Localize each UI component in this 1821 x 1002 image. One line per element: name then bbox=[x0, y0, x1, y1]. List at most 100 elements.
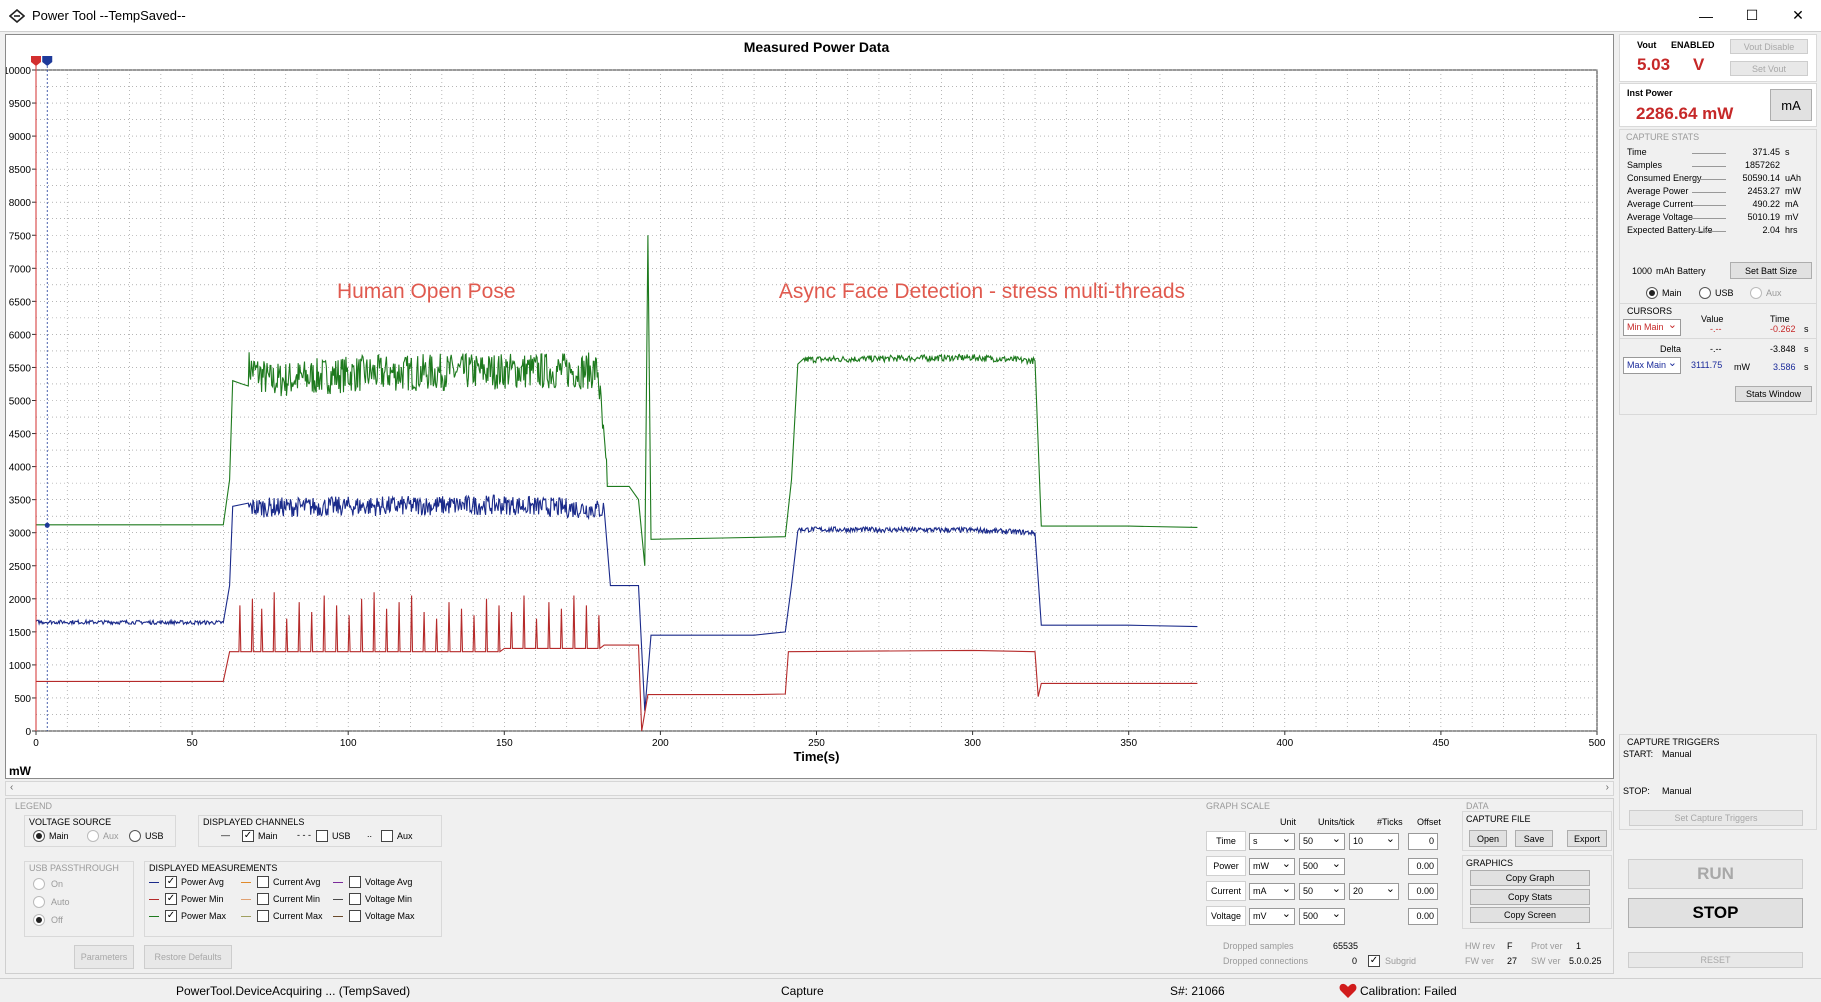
scale-unit-select[interactable]: s bbox=[1249, 832, 1295, 850]
scale-units-tick-select[interactable]: 500 bbox=[1299, 857, 1345, 875]
copy-stats-button[interactable]: Copy Stats bbox=[1470, 889, 1590, 905]
scale-ticks-select[interactable]: 20 bbox=[1349, 882, 1399, 900]
stat-leader-line bbox=[1692, 205, 1726, 206]
measurement-color-swatch bbox=[241, 916, 251, 917]
usb-auto-radio[interactable] bbox=[33, 896, 45, 908]
stat-leader-line bbox=[1692, 218, 1726, 219]
subgrid-checkbox[interactable]: ✓ bbox=[1368, 955, 1380, 967]
measurement-checkbox[interactable] bbox=[257, 876, 269, 888]
dropped-connections-value: 0 bbox=[1352, 956, 1358, 966]
channel-aux-label: Aux bbox=[1766, 288, 1782, 298]
scale-offset-input[interactable]: 0.00 bbox=[1408, 908, 1438, 925]
max-cursor-select[interactable]: Max Main bbox=[1623, 356, 1681, 374]
measurement-label: Current Avg bbox=[273, 877, 321, 887]
set-capture-triggers-button[interactable]: Set Capture Triggers bbox=[1629, 810, 1803, 826]
graph-panel[interactable]: 0 50 100 150 200 250 300 350 400 450 500 0 500 1000 15… bbox=[5, 34, 1614, 779]
maximize-button[interactable]: ☐ bbox=[1729, 0, 1775, 31]
capture-file-box: CAPTURE FILE Open Save Export bbox=[1462, 811, 1612, 851]
stat-label: Samples bbox=[1627, 160, 1663, 170]
max-cursor-time-unit: s bbox=[1804, 362, 1809, 372]
data-title: DATA bbox=[1466, 801, 1489, 811]
voltage-source-box: VOLTAGE SOURCE Main Aux USB bbox=[24, 815, 176, 847]
set-batt-size-button[interactable]: Set Batt Size bbox=[1730, 262, 1812, 279]
measurement-color-swatch bbox=[333, 916, 343, 917]
y-axis-unit-label: mW bbox=[9, 764, 32, 778]
stop-button[interactable]: STOP bbox=[1628, 898, 1803, 928]
restore-defaults-button[interactable]: Restore Defaults bbox=[144, 945, 232, 969]
parameters-button[interactable]: Parameters bbox=[74, 945, 134, 969]
scroll-left-icon[interactable]: ‹ bbox=[10, 782, 13, 793]
channel-main-checkbox[interactable]: ✓ bbox=[242, 830, 254, 842]
cursors-box: CURSORS Value Time Min Main -.-- -0.262 … bbox=[1619, 303, 1817, 415]
chart-annotation: Human Open Pose bbox=[337, 280, 516, 303]
unit-toggle-button[interactable]: mA bbox=[1770, 89, 1812, 121]
measurement-checkbox[interactable] bbox=[257, 893, 269, 905]
sw-ver-label: SW ver bbox=[1531, 956, 1561, 966]
power-tool-window: Power Tool --TempSaved-- — ☐ ✕ 0 50 100 150… bbox=[0, 0, 1821, 1002]
channel-aux-radio[interactable] bbox=[1750, 287, 1762, 299]
copy-screen-button[interactable]: Copy Screen bbox=[1470, 907, 1590, 923]
usb-on-radio[interactable] bbox=[33, 878, 45, 890]
voltage-main-radio[interactable] bbox=[33, 830, 45, 842]
min-cursor-select[interactable]: Min Main bbox=[1623, 318, 1681, 336]
x-axis-label: Time(s) bbox=[794, 749, 840, 764]
channel-aux-checkbox[interactable] bbox=[381, 830, 393, 842]
y-tick-label: 9500 bbox=[9, 99, 32, 110]
copy-graph-button[interactable]: Copy Graph bbox=[1470, 870, 1590, 886]
usb-passthrough-box: USB PASSTHROUGH On Auto Off bbox=[24, 861, 134, 937]
scale-units-tick-select[interactable]: 50 bbox=[1299, 882, 1345, 900]
voltage-aux-radio[interactable] bbox=[87, 830, 99, 842]
open-button[interactable]: Open bbox=[1469, 830, 1507, 847]
measurement-checkbox[interactable]: ✓ bbox=[165, 910, 177, 922]
y-tick-label: 5000 bbox=[9, 397, 32, 408]
channel-usb-radio[interactable] bbox=[1699, 287, 1711, 299]
stat-label: Average Current bbox=[1627, 199, 1693, 209]
close-button[interactable]: ✕ bbox=[1775, 0, 1821, 31]
measurement-checkbox[interactable] bbox=[349, 910, 361, 922]
scale-offset-input[interactable]: 0.00 bbox=[1408, 858, 1438, 875]
channel-usb-checkbox[interactable] bbox=[316, 830, 328, 842]
measurement-checkbox[interactable] bbox=[349, 876, 361, 888]
scale-unit-select[interactable]: mV bbox=[1249, 907, 1295, 925]
usb-off-radio[interactable] bbox=[33, 914, 45, 926]
export-button[interactable]: Export bbox=[1567, 830, 1607, 847]
dropped-samples-value: 65535 bbox=[1333, 941, 1359, 951]
measurement-color-swatch bbox=[241, 899, 251, 900]
stat-leader-line bbox=[1692, 153, 1726, 154]
reset-button[interactable]: RESET bbox=[1628, 952, 1803, 968]
voltage-aux-label: Aux bbox=[103, 831, 119, 841]
vout-disable-button[interactable]: Vout Disable bbox=[1730, 39, 1808, 54]
run-button[interactable]: RUN bbox=[1628, 859, 1803, 889]
scale-units-tick-select[interactable]: 50 bbox=[1299, 832, 1345, 850]
measurement-checkbox[interactable]: ✓ bbox=[165, 876, 177, 888]
scroll-right-icon[interactable]: › bbox=[1606, 782, 1609, 793]
scale-ticks-select[interactable]: 10 bbox=[1349, 832, 1399, 850]
scale-offset-input[interactable]: 0 bbox=[1408, 833, 1438, 850]
measurement-label: Voltage Min bbox=[365, 894, 413, 904]
y-tick-label: 3000 bbox=[9, 529, 32, 540]
measurement-checkbox[interactable]: ✓ bbox=[165, 893, 177, 905]
inst-power-value: 2286.64 mW bbox=[1636, 104, 1734, 123]
voltage-usb-radio[interactable] bbox=[129, 830, 141, 842]
measurement-checkbox[interactable] bbox=[349, 893, 361, 905]
measurement-checkbox[interactable] bbox=[257, 910, 269, 922]
power-chart[interactable]: 0 50 100 150 200 250 300 350 400 450 5000500100015… bbox=[6, 35, 1613, 778]
scale-offset-input[interactable]: 0.00 bbox=[1408, 883, 1438, 900]
stats-window-button[interactable]: Stats Window bbox=[1735, 386, 1812, 402]
x-tick-label: 50 bbox=[187, 738, 199, 749]
save-button[interactable]: Save bbox=[1515, 830, 1553, 847]
channel-main-radio[interactable] bbox=[1646, 287, 1658, 299]
channel-usb-line-style: - - - bbox=[297, 830, 311, 840]
graph-scale-row-label: Current bbox=[1206, 881, 1246, 901]
scale-unit-select[interactable]: mW bbox=[1249, 857, 1295, 875]
graph-scrollbar[interactable]: ‹ › bbox=[5, 781, 1614, 796]
minimize-button[interactable]: — bbox=[1683, 0, 1729, 31]
y-tick-label: 0 bbox=[25, 727, 31, 738]
fw-ver-value: 27 bbox=[1507, 956, 1518, 966]
set-vout-button[interactable]: Set Vout bbox=[1730, 61, 1808, 76]
scale-units-tick-select[interactable]: 500 bbox=[1299, 907, 1345, 925]
y-tick-label: 500 bbox=[14, 694, 31, 705]
chart-title: Measured Power Data bbox=[744, 39, 890, 55]
x-tick-label: 0 bbox=[33, 738, 39, 749]
scale-unit-select[interactable]: mA bbox=[1249, 882, 1295, 900]
